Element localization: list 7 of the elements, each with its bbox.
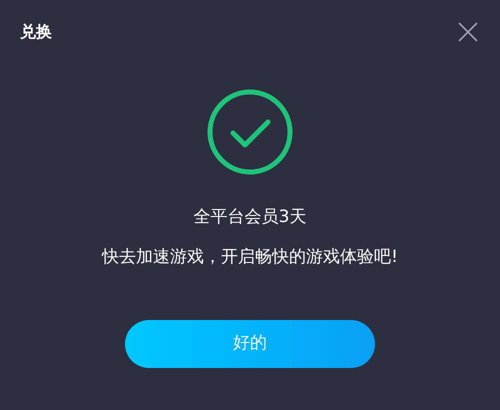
- message-text: 快去加速游戏，开启畅快的游戏体验吧!: [102, 246, 398, 268]
- reward-headline: 全平台会员3天: [194, 206, 306, 229]
- ok-button[interactable]: 好的: [125, 320, 375, 368]
- close-icon: [457, 21, 479, 43]
- success-check-icon: [207, 89, 293, 175]
- dialog-title: 兑换: [20, 21, 52, 43]
- close-button[interactable]: [456, 20, 480, 44]
